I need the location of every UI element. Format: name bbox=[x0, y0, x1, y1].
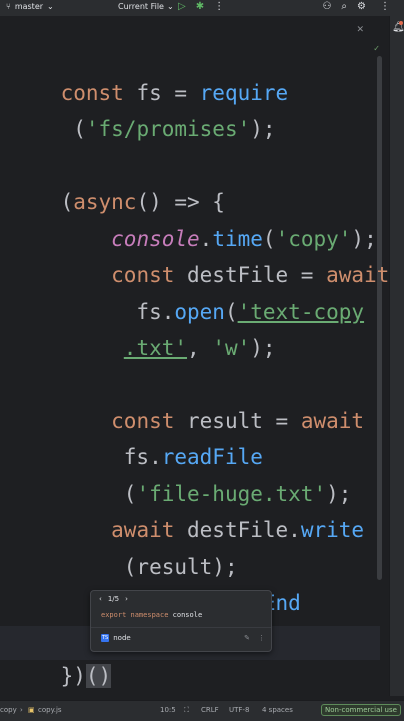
code-line-2: ('fs/promises'); bbox=[10, 84, 275, 141]
code-line-5: const destFile = await bbox=[10, 230, 389, 287]
keyword: await bbox=[300, 409, 365, 433]
string-literal: .txt' bbox=[123, 336, 188, 360]
code-line-9: fs.readFile bbox=[10, 412, 263, 469]
chevron-right-icon[interactable]: › bbox=[125, 595, 128, 603]
code-line-12: (result); bbox=[10, 522, 238, 579]
js-file-icon: ▣ bbox=[28, 706, 35, 714]
close-icon[interactable]: ✕ bbox=[356, 25, 364, 35]
code-line-10: ('file-huge.txt'); bbox=[10, 449, 352, 506]
editor-scrollbar[interactable] bbox=[377, 56, 382, 580]
branch-icon: ⑂ bbox=[6, 2, 11, 11]
doc-module: TS node bbox=[101, 634, 131, 642]
run-config-selector[interactable]: Current File ⌄ bbox=[118, 2, 174, 11]
lock-icon: ⛶ bbox=[184, 706, 189, 714]
code-text: ( bbox=[60, 117, 86, 141]
more-options-icon[interactable]: ⋮ bbox=[258, 634, 265, 642]
line-separator[interactable]: CRLF bbox=[201, 706, 219, 714]
right-tool-window-bar: 🔔︎ bbox=[389, 16, 404, 696]
code-line-7: .txt', 'w'); bbox=[10, 303, 276, 360]
code-line-13: console.timeEnd bbox=[10, 558, 301, 615]
doc-name: console bbox=[172, 611, 203, 619]
code-text: , bbox=[187, 336, 213, 360]
branch-name: master bbox=[14, 2, 44, 11]
chevron-left-icon[interactable]: ‹ bbox=[99, 595, 102, 603]
main-menu-icon[interactable]: ⋮ bbox=[380, 1, 390, 12]
status-bar: copy › ▣ copy.js 10:5 ⛶ CRLF UTF-8 4 spa… bbox=[0, 700, 404, 721]
add-user-icon[interactable]: ⚇ bbox=[322, 1, 331, 12]
code-line-6: fs.open('text-copy bbox=[10, 267, 364, 324]
code-line-3: (async() => { bbox=[10, 157, 225, 214]
chevron-down-icon: ⌄ bbox=[47, 2, 54, 11]
check-icon: ✓ bbox=[373, 44, 380, 53]
popup-counter: 1/5 bbox=[107, 595, 120, 603]
doc-signature: export namespace console bbox=[101, 611, 202, 619]
popup-divider bbox=[91, 627, 271, 628]
editor-tab-row: ✕ ✓ bbox=[0, 16, 404, 53]
quick-documentation-popup[interactable]: ‹ 1/5 › export namespace console TS node… bbox=[90, 590, 272, 652]
indent-setting[interactable]: 4 spaces bbox=[262, 706, 293, 714]
code-line-4: console.time('copy'); bbox=[10, 194, 377, 251]
code-text: ); bbox=[250, 336, 276, 360]
doc-keyword: export namespace bbox=[101, 611, 169, 619]
more-actions-icon[interactable]: ⋮ bbox=[214, 1, 224, 12]
file-encoding[interactable]: UTF-8 bbox=[229, 706, 249, 714]
caret-position[interactable]: 10:5 bbox=[160, 706, 176, 714]
string-literal: 'w' bbox=[212, 336, 251, 360]
typescript-file-icon: TS bbox=[101, 634, 110, 642]
code-line-8: const result = await bbox=[10, 376, 364, 433]
matched-parens: () bbox=[85, 664, 112, 688]
function-name: write bbox=[300, 518, 365, 542]
breadcrumb-file[interactable]: copy.js bbox=[38, 706, 62, 714]
notification-dot bbox=[399, 21, 403, 25]
edit-icon[interactable]: ✎ bbox=[244, 634, 250, 642]
gear-icon[interactable]: ⚙ bbox=[357, 1, 366, 12]
title-bar: ⑂ master ⌄ Current File ⌄ ▷ ✱ ⋮ ⚇ ⌕ ⚙ ⋮ bbox=[0, 0, 404, 16]
string-literal: 'fs/promises' bbox=[85, 117, 251, 141]
branch-widget[interactable]: ⑂ master ⌄ bbox=[6, 2, 54, 11]
run-icon[interactable]: ▷ bbox=[178, 1, 186, 12]
search-icon[interactable]: ⌕ bbox=[341, 1, 347, 12]
code-text: ); bbox=[250, 117, 276, 141]
license-badge[interactable]: Non-commercial use bbox=[321, 704, 401, 716]
code-text: }) bbox=[60, 664, 86, 688]
code-line-1: const fs = require bbox=[10, 48, 289, 105]
chevron-right-icon: › bbox=[20, 706, 23, 714]
module-name: node bbox=[113, 634, 131, 642]
breadcrumb-project[interactable]: copy bbox=[0, 706, 17, 714]
debug-icon[interactable]: ✱ bbox=[196, 1, 204, 12]
code-line-11: await destFile.write bbox=[10, 485, 364, 542]
chevron-down-icon: ⌄ bbox=[166, 2, 174, 11]
run-config-label: Current File bbox=[118, 2, 164, 11]
